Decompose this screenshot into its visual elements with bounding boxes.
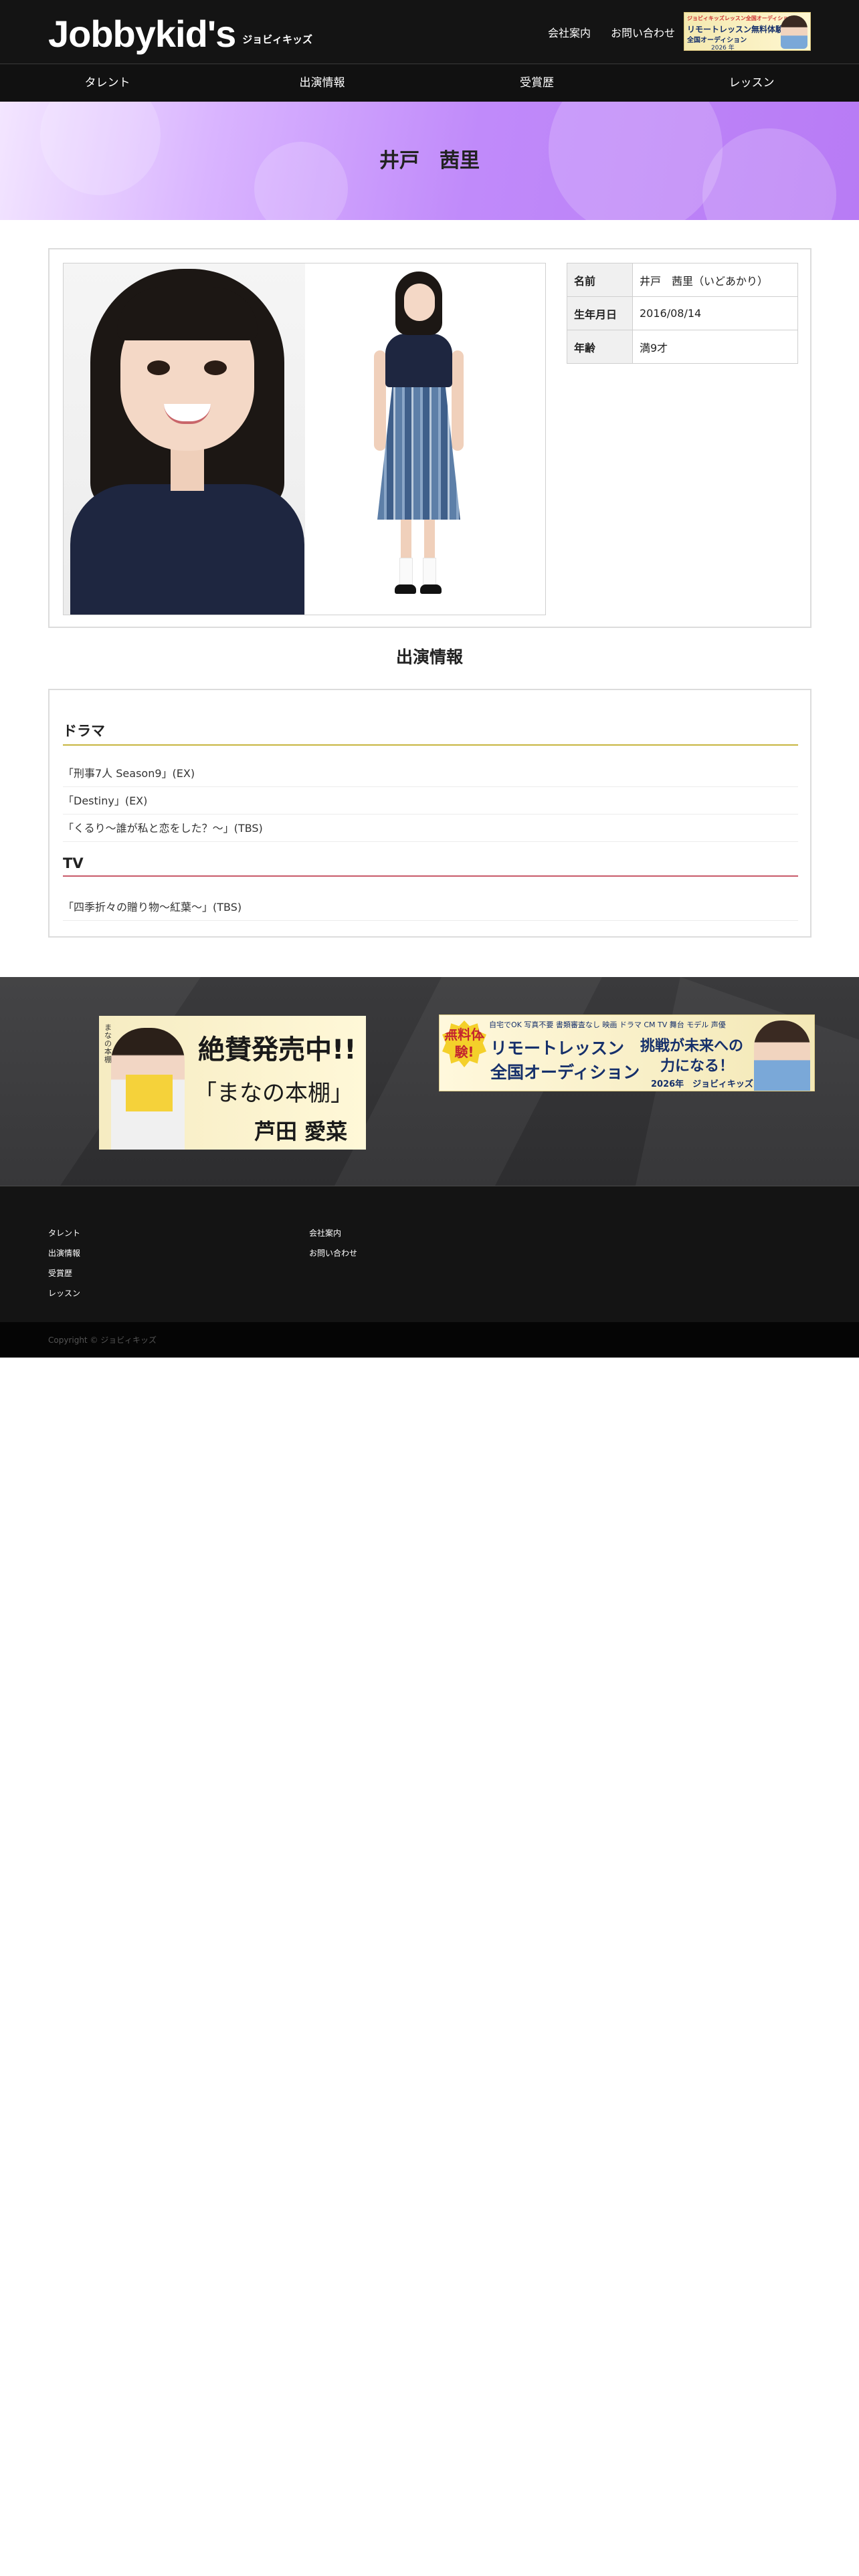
dress-shape <box>70 484 304 615</box>
sock-shape <box>423 558 436 586</box>
lesson-banner-tags: 自宅でOK 写真不要 書類審査なし 映画 ドラマ CM TV 舞台 モデル 声優 <box>489 1021 726 1029</box>
hero-banner: 井戸 茜里 <box>0 102 859 220</box>
age-label: 年齢 <box>567 330 633 364</box>
footer-link-appearances[interactable]: 出演情報 <box>48 1243 80 1263</box>
copyright-bar: Copyright © ジョビィキッズ <box>0 1322 859 1358</box>
company-link[interactable]: 会社案内 <box>548 24 591 40</box>
skirt-shape <box>377 386 460 520</box>
profile-photo <box>63 263 546 615</box>
bangs-shape <box>117 287 258 340</box>
header-banner-line2: リモートレッスン無料体験 <box>687 25 784 34</box>
shoe-shape <box>395 584 416 594</box>
appearances-box: ドラマ 「刑事7人 Season9」(EX) 「Destiny」(EX) 「くる… <box>48 689 812 938</box>
book-banner-side-text: まなの本棚 <box>104 1023 112 1064</box>
shoe-shape <box>420 584 442 594</box>
book-banner-subtitle: 「まなの本棚」 <box>194 1080 353 1107</box>
footer-link-lessons[interactable]: レッスン <box>48 1283 80 1303</box>
top-header: Jobbykid's ジョビィキッズ 会社案内 お問い合わせ ジョビィキッズレッ… <box>0 0 859 64</box>
book-banner[interactable]: まなの本棚 絶賛発売中!! 「まなの本棚」 芦田 愛菜 <box>99 1016 366 1150</box>
footer-link-awards[interactable]: 受賞歴 <box>48 1263 80 1283</box>
birthdate-label: 生年月日 <box>567 296 633 330</box>
age-value: 満9才 <box>632 330 798 364</box>
footer-col-1: タレント 出演情報 受賞歴 レッスン <box>48 1223 80 1303</box>
header-banner-girl-image <box>781 15 807 49</box>
footer-col-2: 会社案内 お問い合わせ <box>309 1223 357 1263</box>
table-row: 名前 井戸 茜里（いどあかり） <box>567 263 798 297</box>
lesson-banner-challenge2: 力になる！ <box>660 1058 735 1075</box>
lesson-banner-main2: 全国オーディション <box>490 1063 640 1082</box>
main-nav: タレント 出演情報 受賞歴 レッスン <box>0 64 859 102</box>
free-trial-badge: 無料体験! <box>442 1021 486 1067</box>
book-banner-author: 芦田 愛菜 <box>254 1119 348 1144</box>
page-title: 井戸 茜里 <box>379 149 480 173</box>
lesson-banner-challenge1: 挑戦が未来への <box>640 1038 744 1055</box>
logo-subtitle: ジョビィキッズ <box>242 33 312 45</box>
book-icon <box>126 1075 173 1111</box>
lesson-banner[interactable]: 無料体験! 自宅でOK 写真不要 書類審査なし 映画 ドラマ CM TV 舞台 … <box>439 1014 815 1091</box>
arm-shape <box>374 350 386 451</box>
contact-link[interactable]: お問い合わせ <box>611 24 675 40</box>
nav-appearances[interactable]: 出演情報 <box>215 64 430 102</box>
logo-text: Jobbykid's <box>48 13 236 55</box>
nav-lessons[interactable]: レッスン <box>644 64 859 102</box>
top-links: 会社案内 お問い合わせ <box>548 24 675 40</box>
list-item: 「四季折々の贈り物〜紅葉〜」(TBS) <box>63 892 798 921</box>
arm-shape <box>452 350 464 451</box>
eye-shape <box>204 360 227 375</box>
eye-shape <box>147 360 170 375</box>
category-drama: ドラマ <box>63 720 798 746</box>
list-item: 「くるり〜誰が私と恋をした？〜」(TBS) <box>63 813 798 842</box>
header-banner-line1: ジョビィキッズレッスン全国オーディション <box>687 15 794 21</box>
site-logo[interactable]: Jobbykid's ジョビィキッズ <box>48 10 312 53</box>
category-tv: TV <box>63 855 798 877</box>
full-body-photo <box>305 263 545 615</box>
table-row: 年齢 満9才 <box>567 330 798 364</box>
profile-card: 名前 井戸 茜里（いどあかり） 生年月日 2016/08/14 年齢 満9才 <box>48 248 812 628</box>
nav-awards[interactable]: 受賞歴 <box>430 64 644 102</box>
nav-talent[interactable]: タレント <box>0 64 215 102</box>
profile-info-table: 名前 井戸 茜里（いどあかり） 生年月日 2016/08/14 年齢 満9才 <box>567 263 798 364</box>
neck-shape <box>171 444 204 491</box>
footer-link-contact[interactable]: お問い合わせ <box>309 1243 357 1263</box>
sock-shape <box>399 558 413 586</box>
lesson-banner-girl-image <box>754 1021 810 1091</box>
face-shape <box>404 284 435 321</box>
footer-links: タレント 出演情報 受賞歴 レッスン 会社案内 お問い合わせ <box>0 1186 859 1322</box>
header-audition-banner[interactable]: ジョビィキッズレッスン全国オーディション リモートレッスン無料体験 全国オーディ… <box>684 12 811 51</box>
birthdate-value: 2016/08/14 <box>632 296 798 330</box>
table-row: 生年月日 2016/08/14 <box>567 296 798 330</box>
list-item: 「Destiny」(EX) <box>63 786 798 815</box>
list-item: 「刑事7人 Season9」(EX) <box>63 758 798 787</box>
lesson-banner-main1: リモートレッスン <box>490 1039 625 1058</box>
header-banner-year: 2026 年 <box>711 45 735 51</box>
footer-link-company[interactable]: 会社案内 <box>309 1223 357 1243</box>
book-banner-title: 絶賛発売中!! <box>198 1035 357 1065</box>
copyright-text: Copyright © ジョビィキッズ <box>48 1335 157 1345</box>
footer-link-talent[interactable]: タレント <box>48 1223 80 1243</box>
face-photo <box>64 263 305 615</box>
appearances-title: 出演情報 <box>395 647 463 667</box>
name-label: 名前 <box>567 263 633 297</box>
name-value: 井戸 茜里（いどあかり） <box>632 263 798 297</box>
top-shape <box>385 334 452 387</box>
lesson-banner-year: 2026年 ジョビィキッズ <box>651 1079 753 1089</box>
footer-banner-area: まなの本棚 絶賛発売中!! 「まなの本棚」 芦田 愛菜 無料体験! 自宅でOK … <box>0 977 859 1186</box>
